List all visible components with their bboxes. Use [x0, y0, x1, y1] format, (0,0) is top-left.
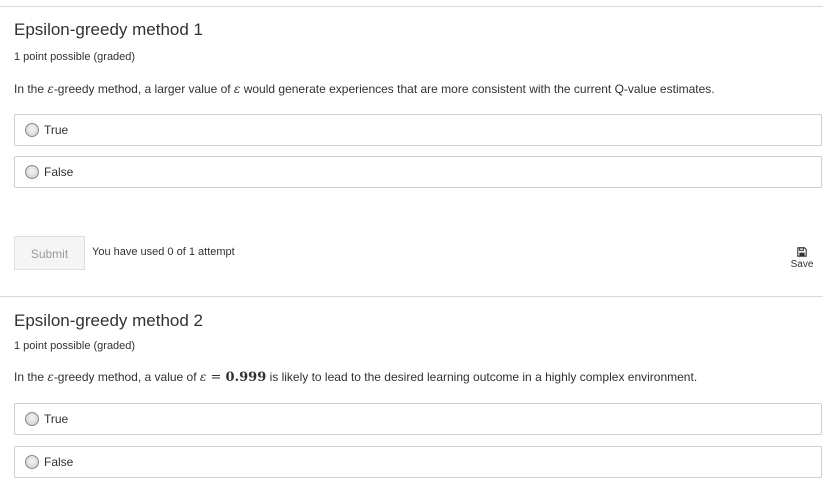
problem-divider [0, 296, 823, 297]
option-false[interactable]: False [14, 156, 822, 188]
option-true[interactable]: True [14, 114, 822, 146]
question-part: In the [14, 370, 48, 384]
question-part: -greedy method, a value of [53, 370, 200, 384]
option-label: False [44, 165, 74, 179]
option-true[interactable]: True [14, 403, 822, 435]
question-text: In the ε-greedy method, a larger value o… [14, 82, 715, 96]
question-part: would generate experiences that are more… [240, 82, 715, 96]
question-text: In the ε-greedy method, a value of ε = 0… [14, 370, 697, 385]
submit-button[interactable]: Submit [14, 236, 85, 270]
radio-unchecked-icon[interactable] [25, 165, 39, 179]
radio-unchecked-icon[interactable] [25, 123, 39, 137]
epsilon-value: 0.999 [225, 370, 267, 385]
option-label: True [44, 123, 69, 137]
top-divider [0, 6, 823, 7]
problem-title: Epsilon-greedy method 2 [14, 311, 204, 330]
problem-title: Epsilon-greedy method 1 [14, 20, 204, 39]
option-false[interactable]: False [14, 446, 822, 478]
points-possible: 1 point possible (graded) [14, 51, 136, 63]
floppy-disk-icon [797, 247, 807, 257]
option-label: True [44, 412, 69, 426]
question-part: is likely to lead to the desired learnin… [266, 370, 698, 384]
save-button[interactable]: Save [788, 247, 816, 270]
question-part: -greedy method, a larger value of [53, 82, 234, 96]
save-label: Save [790, 259, 814, 270]
points-possible: 1 point possible (graded) [14, 340, 136, 352]
attempts-status: You have used 0 of 1 attempt [92, 246, 235, 258]
radio-unchecked-icon[interactable] [25, 455, 39, 469]
question-part: In the [14, 82, 48, 96]
radio-unchecked-icon[interactable] [25, 412, 39, 426]
option-label: False [44, 455, 74, 469]
equals-sign: = [206, 370, 226, 385]
